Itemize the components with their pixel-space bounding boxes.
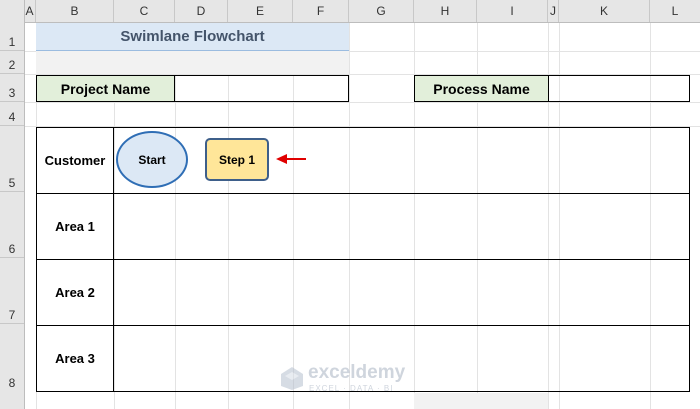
select-all-corner[interactable] <box>0 0 25 22</box>
row-header-8[interactable]: 8 <box>0 324 24 391</box>
exceldemy-logo-icon <box>281 367 303 390</box>
column-header-j[interactable]: J <box>548 0 559 22</box>
lane-label: Area 3 <box>37 326 114 391</box>
process-name-label[interactable]: Process Name <box>414 75 549 102</box>
row-header-bar: 1 2 3 4 5 6 7 8 <box>0 22 25 409</box>
project-name-input[interactable] <box>174 75 349 102</box>
column-header-e[interactable]: E <box>228 0 293 22</box>
spreadsheet-grid[interactable]: A B C D E F G H I J K L 1 2 3 4 5 6 7 8 … <box>0 0 700 409</box>
column-header-a[interactable]: A <box>24 0 36 22</box>
column-header-d[interactable]: D <box>175 0 228 22</box>
step-1-shape[interactable]: Step 1 <box>205 138 269 181</box>
row-header-1[interactable]: 1 <box>0 22 24 51</box>
process-name-input[interactable] <box>548 75 690 102</box>
column-header-l[interactable]: L <box>650 0 700 22</box>
row-header-2[interactable]: 2 <box>0 51 24 74</box>
start-shape[interactable]: Start <box>116 131 188 188</box>
lane-area-2[interactable]: Area 2 <box>37 260 689 326</box>
row-header-5[interactable]: 5 <box>0 126 24 192</box>
shaded-cell[interactable] <box>36 51 349 74</box>
column-header-g[interactable]: G <box>349 0 414 22</box>
exceldemy-watermark: exceldemy EXCEL · DATA · BI <box>278 361 428 395</box>
row-header-4[interactable]: 4 <box>0 102 24 126</box>
column-header-c[interactable]: C <box>114 0 175 22</box>
red-arrow-icon <box>276 154 306 164</box>
column-header-k[interactable]: K <box>559 0 650 22</box>
watermark-name: exceldemy <box>308 362 406 383</box>
lane-area-1[interactable]: Area 1 <box>37 194 689 260</box>
column-header-i[interactable]: I <box>477 0 548 22</box>
column-header-b[interactable]: B <box>36 0 114 22</box>
watermark-tagline: EXCEL · DATA · BI <box>309 384 394 393</box>
lane-label: Customer <box>37 128 114 193</box>
row-header-6[interactable]: 6 <box>0 192 24 258</box>
lane-label: Area 1 <box>37 194 114 259</box>
gridline <box>24 102 700 103</box>
row-header-7[interactable]: 7 <box>0 258 24 324</box>
shaded-cell[interactable] <box>414 393 548 409</box>
lane-label: Area 2 <box>37 260 114 325</box>
column-header-bar: A B C D E F G H I J K L <box>0 0 700 23</box>
project-name-label[interactable]: Project Name <box>36 75 175 102</box>
column-header-f[interactable]: F <box>293 0 349 22</box>
row-header-3[interactable]: 3 <box>0 74 24 102</box>
column-header-h[interactable]: H <box>414 0 477 22</box>
title-cell[interactable]: Swimlane Flowchart <box>36 23 349 52</box>
